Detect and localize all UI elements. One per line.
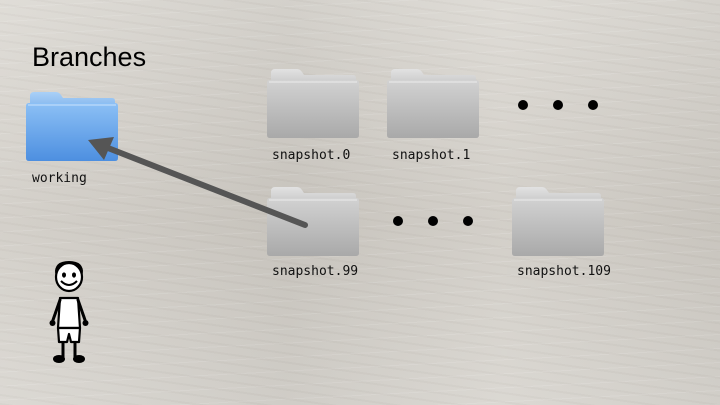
folder-snapshot-0[interactable]	[265, 67, 361, 139]
folder-label-working: working	[32, 171, 87, 186]
dot	[463, 216, 473, 226]
dot	[393, 216, 403, 226]
folder-gray-icon	[267, 69, 359, 138]
folder-blue-icon	[26, 92, 118, 161]
folder-label-snapshot-109: snapshot.109	[517, 264, 611, 279]
slide: Branches working snapshot.0 snapshot.1 s…	[0, 0, 720, 405]
folder-gray-icon	[267, 187, 359, 256]
folder-snapshot-99[interactable]	[265, 185, 361, 257]
dot	[428, 216, 438, 226]
folder-label-snapshot-0: snapshot.0	[272, 148, 351, 163]
dot	[553, 100, 563, 110]
ellipsis-icon	[518, 100, 598, 110]
slide-title: Branches	[32, 42, 147, 72]
folder-label-snapshot-1: snapshot.1	[392, 148, 471, 163]
ellipsis-icon	[393, 216, 473, 226]
folder-label-snapshot-99: snapshot.99	[272, 264, 359, 279]
stick-figure-icon	[49, 261, 89, 363]
dot	[588, 100, 598, 110]
folder-snapshot-109[interactable]	[510, 185, 606, 257]
folder-gray-icon	[512, 187, 604, 256]
folder-working[interactable]	[24, 90, 120, 162]
folder-snapshot-1[interactable]	[385, 67, 481, 139]
folder-gray-icon	[387, 69, 479, 138]
dot	[518, 100, 528, 110]
